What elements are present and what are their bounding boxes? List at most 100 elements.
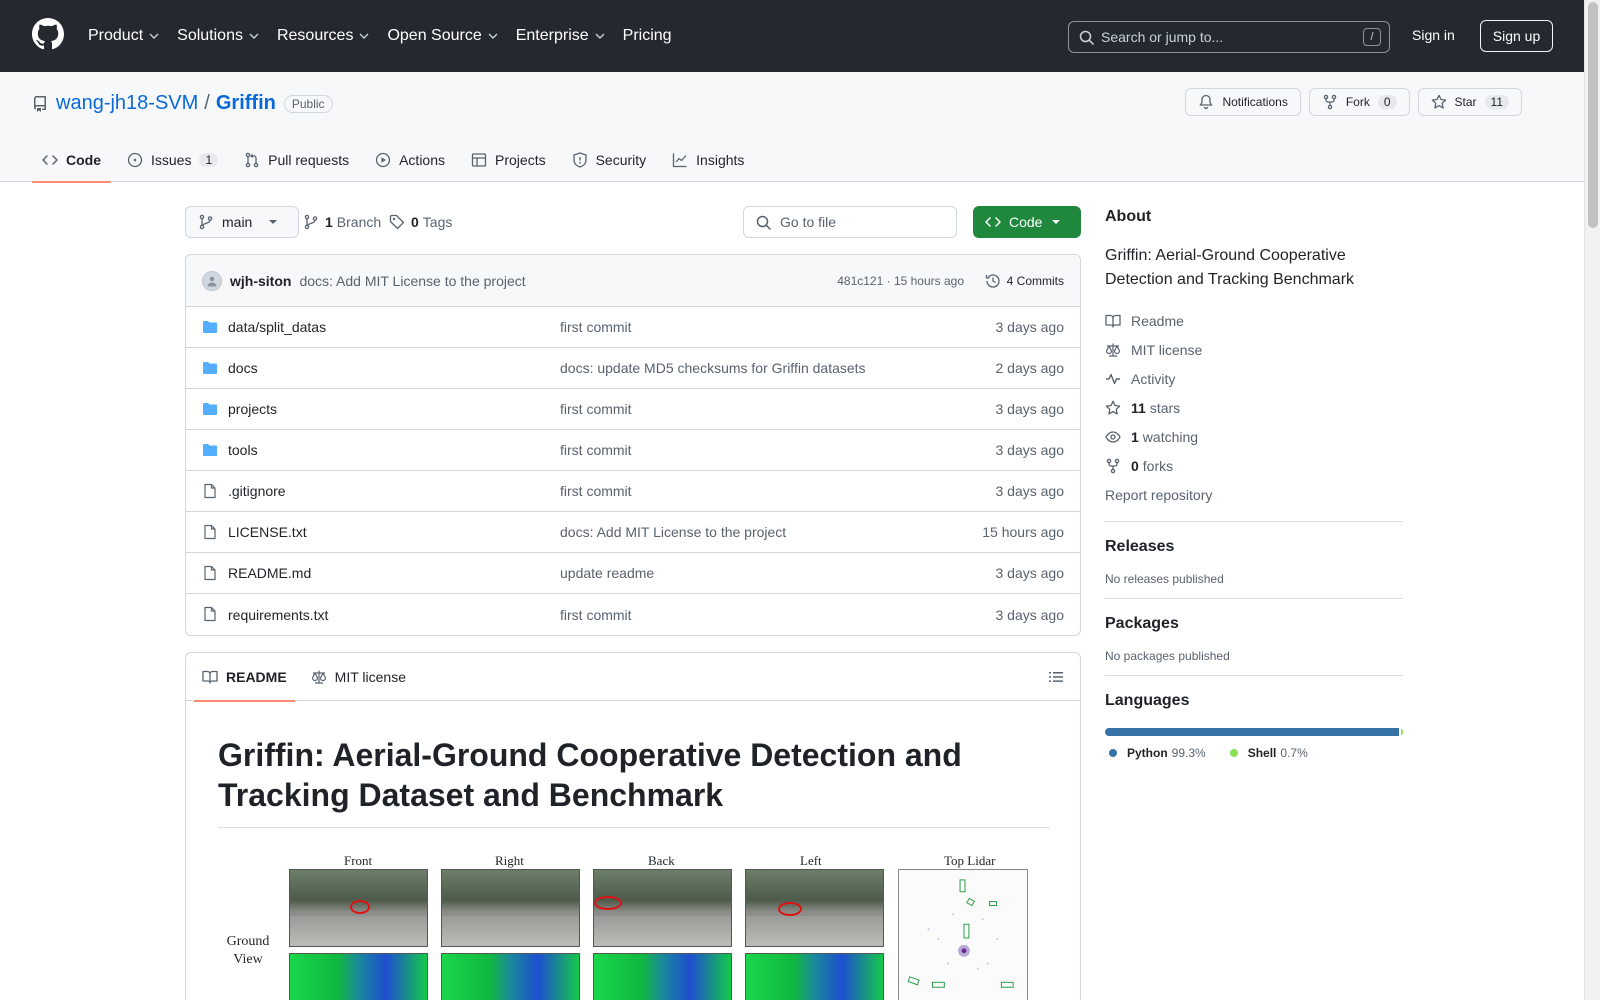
- branch-selector[interactable]: main: [185, 206, 300, 238]
- folder-icon: [203, 444, 217, 456]
- top-nav-item-resources[interactable]: Resources: [277, 22, 369, 50]
- segmentation-image: [441, 953, 580, 1000]
- report-repository-link[interactable]: Report repository: [1105, 480, 1403, 509]
- tab-code[interactable]: Code: [32, 138, 111, 183]
- file-icon: [204, 524, 216, 540]
- folder-icon: [203, 362, 217, 374]
- top-nav-item-open-source[interactable]: Open Source: [387, 22, 498, 50]
- tab-label: Insights: [696, 152, 745, 168]
- tab-actions[interactable]: Actions: [365, 138, 455, 182]
- about-item-readme[interactable]: Readme: [1105, 306, 1403, 335]
- file-commit-message-link[interactable]: docs: update MD5 checksums for Griffin d…: [560, 360, 866, 376]
- file-commit-message-link[interactable]: first commit: [560, 442, 632, 458]
- top-nav-item-solutions[interactable]: Solutions: [177, 22, 259, 50]
- global-header: Product Solutions Resources Open Source Ente…: [0, 0, 1600, 72]
- repo-name-link[interactable]: Griffin: [216, 92, 276, 115]
- file-commit-message-link[interactable]: first commit: [560, 607, 632, 623]
- notifications-button[interactable]: Notifications: [1185, 88, 1301, 116]
- pull-request-icon: [245, 152, 259, 168]
- releases-heading[interactable]: Releases: [1105, 538, 1403, 556]
- tab-label: Code: [66, 152, 101, 168]
- tab-license[interactable]: MIT license: [303, 653, 414, 701]
- repo-title: wang-jh18-SVM / Griffin Public: [32, 92, 333, 115]
- tab-security[interactable]: Security: [562, 138, 657, 182]
- file-name-link[interactable]: LICENSE.txt: [228, 524, 307, 540]
- about-list: Readme MIT license Activity 11 stars 1 watchin…: [1105, 306, 1403, 480]
- file-commit-date: 3 days ago: [995, 319, 1065, 335]
- commit-author-link[interactable]: wjh-siton: [230, 273, 291, 289]
- avatar[interactable]: [202, 270, 222, 291]
- file-row: data/split_datas first commit 3 days ago: [186, 307, 1080, 348]
- file-name-link[interactable]: README.md: [228, 565, 311, 581]
- tab-insights[interactable]: Insights: [662, 138, 754, 182]
- book-icon: [1105, 314, 1121, 328]
- camera-image-left: [745, 869, 884, 947]
- tab-label: Security: [595, 152, 647, 168]
- file-name-link[interactable]: tools: [228, 442, 258, 458]
- tab-projects[interactable]: Projects: [461, 138, 556, 182]
- lidar-top-view-image: [898, 869, 1028, 1000]
- folder-icon: [203, 403, 217, 415]
- file-name-link[interactable]: .gitignore: [228, 483, 286, 499]
- tab-readme[interactable]: README: [194, 653, 295, 702]
- camera-image-back: [593, 869, 732, 947]
- tab-label: Actions: [399, 152, 446, 168]
- user-icon: [207, 276, 217, 286]
- about-item-forks[interactable]: 0 forks: [1105, 451, 1403, 480]
- tab-issues[interactable]: Issues 1: [117, 138, 228, 182]
- file-commit-message-link[interactable]: update readme: [560, 565, 654, 581]
- scrollbar-thumb[interactable]: [1588, 2, 1598, 228]
- commit-message-link[interactable]: docs: Add MIT License to the project: [299, 273, 525, 289]
- file-row: LICENSE.txt docs: Add MIT License to the …: [186, 512, 1080, 553]
- fork-count: 0: [1377, 95, 1397, 109]
- file-commit-message-link[interactable]: first commit: [560, 483, 632, 499]
- about-item-activity[interactable]: Activity: [1105, 364, 1403, 393]
- language-item[interactable]: Shell 0.7%: [1226, 746, 1308, 760]
- about-item-label: Readme: [1131, 312, 1184, 329]
- about-item-mit-license[interactable]: MIT license: [1105, 335, 1403, 364]
- top-nav-item-product[interactable]: Product: [88, 22, 159, 50]
- file-name-link[interactable]: requirements.txt: [228, 607, 328, 623]
- repo-owner-link[interactable]: wang-jh18-SVM: [56, 92, 198, 115]
- page-scrollbar[interactable]: [1584, 0, 1600, 1000]
- file-commit-message-link[interactable]: docs: Add MIT License to the project: [560, 524, 786, 540]
- top-nav: Product Solutions Resources Open Source Ente…: [88, 22, 690, 50]
- search-input[interactable]: Search or jump to... /: [1068, 21, 1390, 53]
- languages-heading: Languages: [1105, 692, 1190, 709]
- issue-icon: [127, 152, 143, 168]
- tab-label: Pull requests: [268, 152, 350, 168]
- commit-hash-time[interactable]: 481c121 · 15 hours ago: [837, 274, 964, 288]
- go-to-file-placeholder: Go to file: [780, 214, 837, 230]
- file-commit-message-link[interactable]: first commit: [560, 319, 632, 335]
- tags-link[interactable]: 0 Tags: [389, 214, 452, 230]
- list-unordered-icon[interactable]: [1048, 669, 1064, 685]
- file-name-link[interactable]: projects: [228, 401, 277, 417]
- github-logo-icon[interactable]: [32, 18, 64, 50]
- caret-down-icon: [269, 220, 278, 224]
- star-button[interactable]: Star 11: [1417, 88, 1522, 116]
- commits-history-link[interactable]: 4 Commits: [985, 273, 1064, 289]
- top-nav-item-enterprise[interactable]: Enterprise: [516, 22, 605, 50]
- about-item-count: 0: [1131, 457, 1139, 474]
- file-name-link[interactable]: data/split_datas: [228, 319, 326, 335]
- packages-heading[interactable]: Packages: [1105, 615, 1403, 633]
- sign-in-link[interactable]: Sign in: [1412, 27, 1455, 43]
- fork-button[interactable]: Fork 0: [1308, 88, 1410, 116]
- about-item-watching[interactable]: 1 watching: [1105, 422, 1403, 451]
- code-button[interactable]: Code: [973, 206, 1081, 238]
- file-commit-message-link[interactable]: first commit: [560, 401, 632, 417]
- go-to-file-input[interactable]: Go to file: [743, 206, 957, 238]
- about-item-stars[interactable]: 11 stars: [1105, 393, 1403, 422]
- chevron-down-icon: [149, 33, 159, 39]
- branches-link[interactable]: 1 Branch: [303, 214, 381, 230]
- language-item[interactable]: Python 99.3%: [1105, 746, 1206, 760]
- sign-up-button[interactable]: Sign up: [1480, 20, 1553, 52]
- camera-image-right: [441, 869, 580, 947]
- top-nav-item-pricing[interactable]: Pricing: [623, 22, 672, 50]
- top-nav-label: Pricing: [622, 27, 672, 44]
- releases-text: No releases published: [1105, 572, 1224, 586]
- file-name-link[interactable]: docs: [228, 360, 258, 376]
- repo-icon: [33, 95, 46, 112]
- segmentation-image: [593, 953, 732, 1000]
- tab-pull-requests[interactable]: Pull requests: [234, 138, 359, 182]
